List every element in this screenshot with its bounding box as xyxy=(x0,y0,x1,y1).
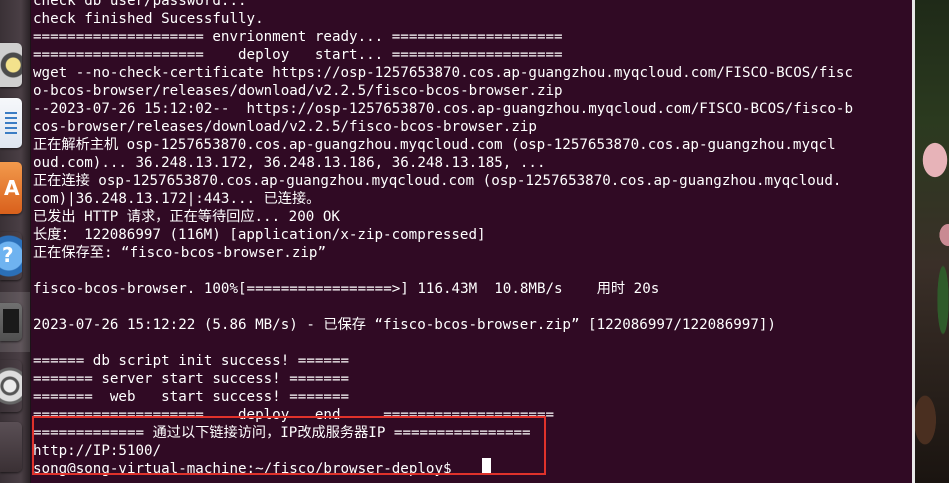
terminal-line: com)|36.248.13.172|:443... 已连接。 xyxy=(33,191,321,207)
terminal-line: check finished Sucessfully. xyxy=(33,11,264,27)
system-monitor-icon[interactable] xyxy=(0,303,22,341)
writer-icon[interactable] xyxy=(0,98,22,148)
speaker-icon[interactable] xyxy=(0,43,22,87)
terminal-line: check db user/password... xyxy=(33,0,247,9)
terminal-line: o-bcos-browser/releases/download/v2.2.5/… xyxy=(33,83,563,99)
software-center-icon[interactable] xyxy=(0,162,22,214)
terminal-line: cos-browser/releases/download/v2.2.5/fis… xyxy=(33,119,537,135)
help-icon[interactable] xyxy=(0,232,22,280)
software-updater-icon[interactable] xyxy=(0,360,22,412)
terminal-line: wget --no-check-certificate https://osp-… xyxy=(33,65,853,81)
terminal-line: 正在保存至: “fisco-bcos-browser.zip” xyxy=(33,245,327,261)
terminal-line: 已发出 HTTP 请求，正在等待回应... 200 OK xyxy=(33,209,340,225)
terminal-line: ======= server start success! ======= xyxy=(33,371,350,387)
terminal-line: 正在连接 osp-1257653870.cos.ap-guangzhou.myq… xyxy=(33,173,842,189)
desktop: check db user/password... check finished… xyxy=(0,0,949,483)
download-progress-line: fisco-bcos-browser. 100%[===============… xyxy=(33,281,660,297)
terminal-line: 长度： 122086997 (116M) [application/x-zip-… xyxy=(33,227,486,243)
terminal-line: 2023-07-26 15:12:22 (5.86 MB/s) - 已保存 “f… xyxy=(33,317,776,333)
terminal-window[interactable]: check db user/password... check finished… xyxy=(31,0,912,483)
terminal-line: 正在解析主机 osp-1257653870.cos.ap-guangzhou.m… xyxy=(33,137,836,153)
launcher xyxy=(0,0,31,483)
wallpaper-photo xyxy=(912,0,949,483)
terminal-line: oud.com)... 36.248.13.172, 36.248.13.186… xyxy=(33,155,546,171)
terminal-line: ======= web start success! ======= xyxy=(33,389,350,405)
app-icon[interactable] xyxy=(0,422,22,472)
terminal-line: ==================== deploy start... ===… xyxy=(33,47,563,63)
terminal-line: ====== db script init success! ====== xyxy=(33,353,350,369)
terminal-line: ==================== envrionment ready..… xyxy=(33,29,563,45)
red-highlight-box xyxy=(32,416,546,475)
terminal-line: --2023-07-26 15:12:02-- https://osp-1257… xyxy=(33,101,853,117)
